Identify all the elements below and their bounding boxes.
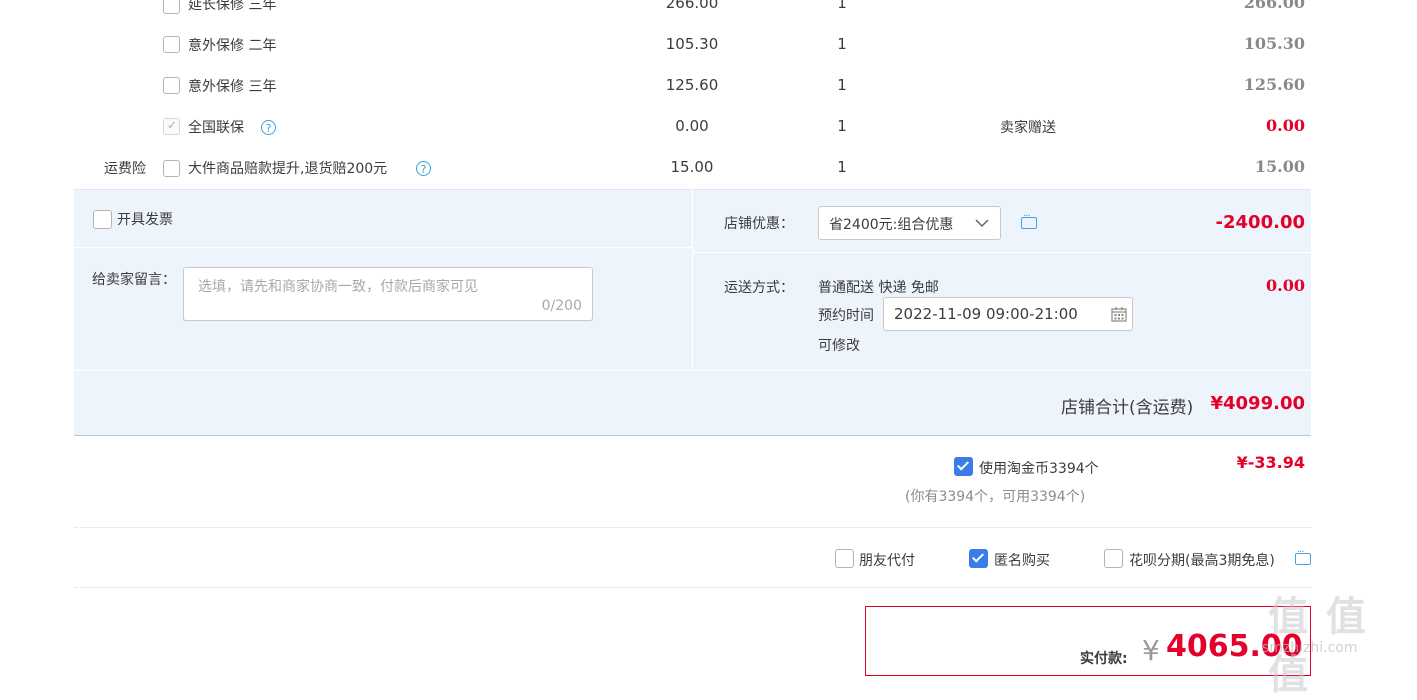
help-icon[interactable]: ? <box>261 120 276 135</box>
item-checkbox[interactable] <box>163 160 180 177</box>
message-textarea[interactable]: 选填，请先和商家协商一致，付款后商家可见 0/200 <box>183 267 593 321</box>
message-counter: 0/200 <box>541 298 582 314</box>
chevron-down-icon <box>975 219 989 228</box>
store-total-label: 店铺合计(含运费) <box>1061 398 1194 418</box>
coins-amount: ¥-33.94 <box>1236 453 1305 472</box>
shipping-method: 普通配送 快递 免邮 <box>818 280 939 296</box>
invoice-checkbox[interactable] <box>93 210 112 229</box>
message-label: 给卖家留言： <box>92 272 176 288</box>
anonymous-label: 匿名购买 <box>994 553 1050 569</box>
item-prefix: 运费险 <box>104 161 146 177</box>
item-price: 125.60 <box>665 76 719 94</box>
schedule-label: 预约时间 <box>818 308 874 324</box>
item-total: 266.00 <box>1243 0 1305 12</box>
item-label: 意外保修 二年 <box>188 38 277 54</box>
item-total: 125.60 <box>1243 75 1305 94</box>
huabei-checkbox[interactable] <box>1104 549 1123 568</box>
store-total-value: ¥4099.00 <box>1210 393 1305 414</box>
divider <box>74 587 1311 588</box>
item-quantity: 1 <box>837 35 847 53</box>
item-checkbox[interactable] <box>163 36 180 53</box>
item-total: 105.30 <box>1243 34 1305 53</box>
pay-currency: ¥ <box>1142 634 1160 667</box>
discount-select[interactable]: 省2400元:组合优惠 <box>818 206 1001 240</box>
discount-select-value: 省2400元:组合优惠 <box>829 217 954 233</box>
item-price: 0.00 <box>675 117 709 135</box>
message-placeholder: 选填，请先和商家协商一致，付款后商家可见 <box>198 279 478 295</box>
divider <box>74 435 1311 436</box>
friend-pay-label: 朋友代付 <box>859 553 915 569</box>
schedule-value: 2022-11-09 09:00-21:00 <box>894 305 1078 323</box>
item-total: 15.00 <box>1254 157 1305 176</box>
discount-amount: -2400.00 <box>1215 212 1305 233</box>
item-label: 全国联保 <box>188 120 244 136</box>
shipping-label: 运送方式： <box>724 280 794 296</box>
item-quantity: 1 <box>837 117 847 135</box>
coins-sub: (你有3394个，可用3394个) <box>905 489 1086 505</box>
item-quantity: 1 <box>837 0 847 12</box>
calendar-icon[interactable] <box>1111 307 1127 322</box>
schedule-modifiable: 可修改 <box>818 338 860 354</box>
coins-checkbox[interactable] <box>954 457 973 476</box>
item-label: 延长保修 三年 <box>188 0 277 13</box>
item-checkbox[interactable] <box>163 0 180 14</box>
huabei-label: 花呗分期(最高3期免息) <box>1129 553 1275 569</box>
item-price: 105.30 <box>665 35 719 53</box>
item-total: 0.00 <box>1266 116 1305 135</box>
item-quantity: 1 <box>837 76 847 94</box>
item-note: 卖家赠送 <box>1000 120 1056 136</box>
divider <box>74 527 1311 528</box>
watermark-url: smzhizhi.com <box>1262 640 1358 656</box>
chat-icon[interactable] <box>1295 547 1311 565</box>
item-quantity: 1 <box>837 158 847 176</box>
pay-label: 实付款: <box>1080 651 1128 667</box>
item-checkbox[interactable] <box>163 77 180 94</box>
discount-label: 店铺优惠： <box>724 216 794 232</box>
shipping-amount: 0.00 <box>1266 276 1305 295</box>
anonymous-checkbox[interactable] <box>969 549 988 568</box>
invoice-label: 开具发票 <box>117 212 173 228</box>
divider <box>692 189 693 370</box>
coins-label: 使用淘金币3394个 <box>979 461 1099 477</box>
schedule-datetime-input[interactable]: 2022-11-09 09:00-21:00 <box>883 297 1133 331</box>
help-icon[interactable]: ? <box>416 161 431 176</box>
divider <box>693 252 1311 253</box>
item-label: 意外保修 三年 <box>188 79 277 95</box>
item-price: 266.00 <box>665 0 719 12</box>
chat-icon[interactable] <box>1021 211 1037 229</box>
divider <box>74 370 1311 371</box>
divider <box>74 247 692 248</box>
friend-pay-checkbox[interactable] <box>835 549 854 568</box>
item-label: 大件商品赔款提升,退货赔200元 <box>188 161 388 177</box>
item-checkbox-disabled <box>163 118 180 135</box>
item-price: 15.00 <box>670 158 714 176</box>
